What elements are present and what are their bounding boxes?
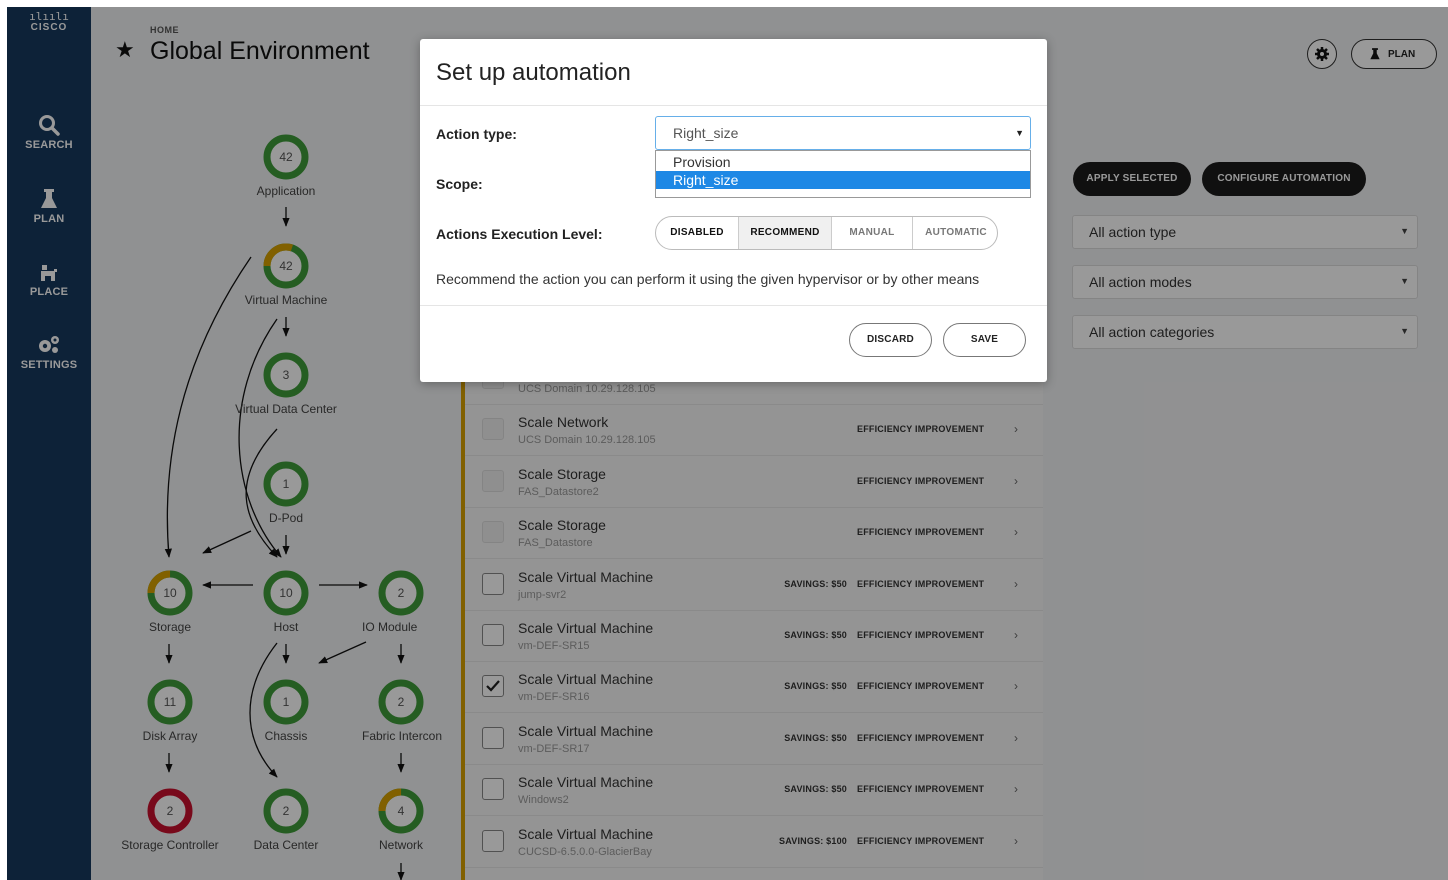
divider xyxy=(420,105,1047,106)
divider xyxy=(420,305,1047,306)
action-type-dropdown: Provision Right_size xyxy=(655,150,1031,198)
app-window: ılıılı CISCO SEARCH PLAN PLACE SETTINGS … xyxy=(7,7,1448,880)
dialog-title: Set up automation xyxy=(436,59,631,86)
execution-level-toggle: DISABLED RECOMMEND MANUAL AUTOMATIC xyxy=(655,216,998,250)
dropdown-option-provision[interactable]: Provision xyxy=(656,153,1030,171)
action-type-value: Right_size xyxy=(673,125,739,141)
level-manual[interactable]: MANUAL xyxy=(832,217,913,249)
level-recommend[interactable]: RECOMMEND xyxy=(739,217,832,249)
discard-button[interactable]: DISCARD xyxy=(849,323,932,357)
action-type-select[interactable]: Right_size ▼ xyxy=(655,116,1031,150)
dropdown-option-right-size[interactable]: Right_size xyxy=(656,171,1030,189)
action-type-label: Action type: xyxy=(436,126,517,142)
save-button[interactable]: SAVE xyxy=(943,323,1026,357)
level-description: Recommend the action you can perform it … xyxy=(436,271,980,287)
level-disabled[interactable]: DISABLED xyxy=(656,217,739,249)
level-automatic[interactable]: AUTOMATIC xyxy=(913,217,997,249)
scope-label: Scope: xyxy=(436,176,483,192)
chevron-down-icon: ▼ xyxy=(1015,128,1024,138)
execution-level-label: Actions Execution Level: xyxy=(436,226,603,242)
automation-dialog: Set up automation Action type: Right_siz… xyxy=(420,39,1047,382)
